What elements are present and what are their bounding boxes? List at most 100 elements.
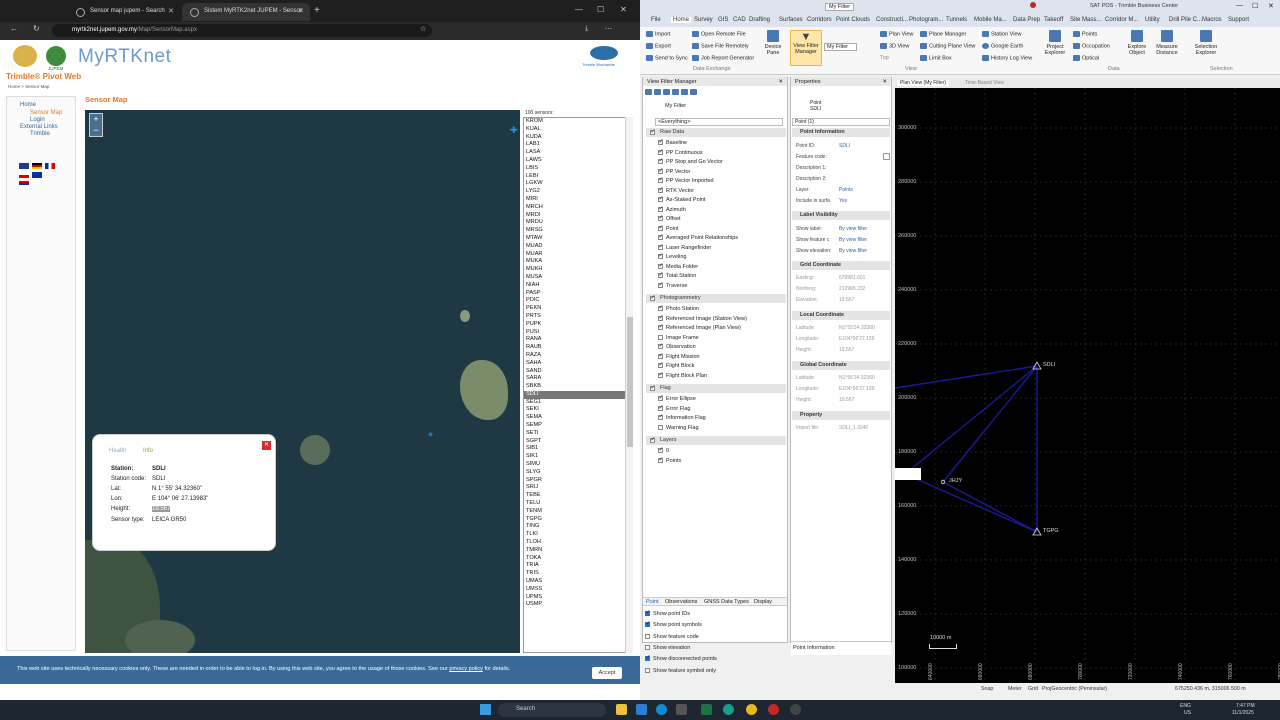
vfm-group-checkbox[interactable] bbox=[650, 384, 656, 391]
vfm-group-checkbox[interactable] bbox=[650, 436, 656, 443]
vfm-item-checkbox[interactable] bbox=[658, 167, 664, 174]
vfm-item-checkbox[interactable] bbox=[658, 224, 664, 231]
flag-cz-icon[interactable] bbox=[19, 172, 29, 178]
vfm-item-checkbox[interactable] bbox=[658, 334, 663, 340]
vfm-item[interactable]: Information Flag bbox=[658, 413, 706, 421]
vfm-option[interactable]: Show elevation bbox=[645, 645, 690, 651]
job-report-generator-button[interactable]: Job Report Generator bbox=[692, 55, 754, 61]
vfm-item-checkbox[interactable] bbox=[658, 214, 664, 222]
accept-cookies-button[interactable]: Accept bbox=[592, 667, 622, 679]
zoom-out-button[interactable]: − bbox=[90, 125, 102, 136]
flag-ru-icon[interactable] bbox=[19, 181, 29, 187]
sensor-list-item[interactable]: SAHA bbox=[524, 360, 632, 368]
vfm-item-checkbox[interactable] bbox=[658, 148, 664, 155]
save-file-remotely-button[interactable]: Save File Remotely bbox=[692, 43, 749, 49]
vfm-option[interactable]: Show feature code bbox=[645, 634, 699, 640]
points-button[interactable]: Points bbox=[1073, 31, 1097, 37]
vfm-item-checkbox[interactable] bbox=[658, 262, 664, 269]
point-label-jhjy[interactable]: JHJY bbox=[949, 478, 962, 484]
selection-explorer-button[interactable]: Selection Explorer bbox=[1192, 30, 1220, 56]
filter-tool-icon[interactable] bbox=[681, 89, 688, 95]
vfm-item-checkbox[interactable] bbox=[658, 138, 664, 146]
sensor-list-item[interactable]: LBIS bbox=[524, 165, 632, 173]
status-grid[interactable]: Grid bbox=[1028, 686, 1038, 692]
sensor-list-item[interactable]: TRIA bbox=[524, 562, 632, 570]
menu-16[interactable]: Corridor M... bbox=[1105, 17, 1138, 23]
scrollbar-thumb[interactable] bbox=[627, 317, 633, 447]
section-grid-coordinate[interactable]: Grid Coordinate bbox=[792, 261, 890, 270]
menu-4[interactable]: CAD bbox=[733, 17, 746, 23]
sensor-list-scrollbar[interactable] bbox=[625, 117, 633, 653]
url-input[interactable]: myrtk2net.jupem.gov.my/Map/SensorMap.asp… bbox=[52, 24, 432, 37]
vfm-item[interactable]: PP Vector Imported bbox=[658, 176, 714, 184]
vfm-item-checkbox[interactable] bbox=[658, 186, 664, 193]
history-log-view-button[interactable]: History Log View bbox=[982, 55, 1032, 61]
sensor-list-item[interactable]: LYG2 bbox=[524, 188, 632, 196]
chrome-icon[interactable] bbox=[746, 704, 757, 715]
status-units[interactable]: Meter bbox=[1008, 686, 1022, 692]
filter-select[interactable]: My Filter bbox=[824, 43, 858, 51]
satellite-map[interactable]: + − ✚ ◉ bbox=[85, 110, 520, 653]
props-selection-select[interactable]: Point (1) bbox=[792, 118, 890, 126]
vfm-group-3[interactable]: Layers bbox=[646, 436, 786, 445]
vfm-everything-select[interactable]: <Everything> bbox=[655, 118, 783, 126]
vfm-option-checkbox[interactable] bbox=[645, 633, 650, 639]
measure-distance-button[interactable]: Measure Distance bbox=[1153, 30, 1181, 56]
section-point-information[interactable]: Point Information bbox=[792, 128, 890, 137]
vfm-group-checkbox[interactable] bbox=[650, 128, 656, 135]
app-icon[interactable] bbox=[723, 704, 734, 715]
vfm-item[interactable]: Media Folder bbox=[658, 262, 698, 270]
browser-tab-sensor[interactable]: Sistem MyRTK2net JUPEM - Sensor ✕ bbox=[182, 3, 310, 21]
sensor-list-item[interactable]: LEBI bbox=[524, 173, 632, 181]
nav-trimble[interactable]: Trimble bbox=[30, 131, 50, 137]
vfm-option-checkbox[interactable] bbox=[645, 620, 651, 628]
menu-9[interactable]: Constructi... bbox=[876, 17, 908, 23]
vfm-item-checkbox[interactable] bbox=[658, 446, 664, 454]
region-indicator[interactable]: US bbox=[1184, 710, 1191, 716]
sensor-list-item[interactable]: PUPK bbox=[524, 321, 632, 329]
device-pane-button[interactable]: Device Pane bbox=[762, 30, 784, 64]
clock-time[interactable]: 7:47 PM bbox=[1236, 703, 1255, 709]
show-feature-code-value[interactable]: By view filter bbox=[839, 237, 867, 243]
send-to-sync-button[interactable]: Send to Sync bbox=[646, 55, 688, 61]
sensor-list-item[interactable]: TMRN bbox=[524, 547, 632, 555]
quick-filter-select[interactable]: My Filter bbox=[825, 3, 855, 11]
sensor-list-item[interactable]: KUAL bbox=[524, 126, 632, 134]
favorite-star-icon[interactable]: ☆ bbox=[420, 25, 426, 33]
clock-date[interactable]: 11/1/2025 bbox=[1232, 710, 1254, 716]
vfm-item[interactable]: Image Frame bbox=[658, 335, 699, 341]
vfm-item[interactable]: Observation bbox=[658, 342, 696, 350]
menu-1[interactable]: Home bbox=[671, 17, 692, 23]
close-panel-icon[interactable]: ✕ bbox=[778, 79, 783, 85]
taskbar-search[interactable]: Search bbox=[498, 703, 606, 717]
sensor-list-item[interactable]: TGPG bbox=[524, 516, 632, 524]
vfm-item[interactable]: Points bbox=[658, 456, 681, 464]
media-icon[interactable] bbox=[790, 704, 801, 715]
3d-view-button[interactable]: 3D View bbox=[880, 43, 909, 49]
section-label-visibility[interactable]: Label Visibility bbox=[792, 211, 890, 220]
vfm-item-checkbox[interactable] bbox=[658, 233, 664, 241]
excel-icon[interactable] bbox=[701, 704, 712, 715]
sensor-list-item[interactable]: MRCH bbox=[524, 204, 632, 212]
export-button[interactable]: Export bbox=[646, 43, 671, 49]
vfm-item[interactable]: Point bbox=[658, 224, 679, 232]
vfm-item-checkbox[interactable] bbox=[658, 281, 664, 288]
menu-2[interactable]: Survey bbox=[694, 17, 713, 23]
sensor-list-item[interactable]: TRIS bbox=[524, 570, 632, 578]
vfm-item[interactable]: Error Flag bbox=[658, 404, 690, 412]
maximize-icon[interactable]: ☐ bbox=[597, 5, 604, 14]
nav-login[interactable]: Login bbox=[30, 117, 45, 123]
vfm-item-checkbox[interactable] bbox=[658, 394, 664, 402]
plan-view-button[interactable]: Plan View bbox=[880, 31, 913, 37]
filter-tool-icon[interactable] bbox=[663, 89, 670, 95]
menu-15[interactable]: Site Mass... bbox=[1070, 17, 1101, 23]
vfm-item[interactable]: Photo Station bbox=[658, 304, 699, 312]
more-menu-icon[interactable]: ⋯ bbox=[605, 25, 612, 33]
menu-3[interactable]: GIS bbox=[718, 17, 728, 23]
menu-20[interactable]: Support bbox=[1228, 17, 1249, 23]
sensor-list-item[interactable]: SEMP bbox=[524, 422, 632, 430]
sensor-list-item[interactable]: TELU bbox=[524, 500, 632, 508]
windows-start-icon[interactable] bbox=[480, 704, 491, 715]
sensor-list-item[interactable]: SRIJ bbox=[524, 484, 632, 492]
top-view-select[interactable]: Top bbox=[880, 55, 889, 61]
